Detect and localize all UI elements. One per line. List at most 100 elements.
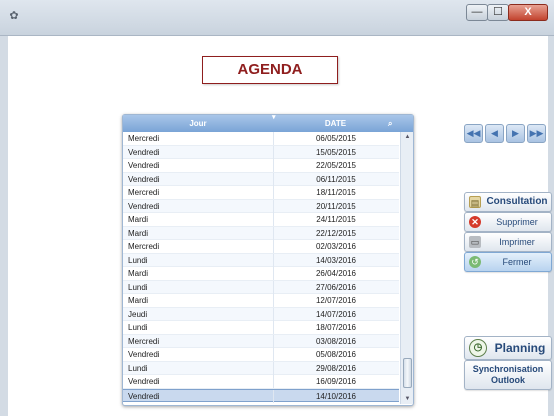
cell-date: 05/08/2016: [273, 348, 398, 361]
cell-jour: Lundi: [128, 323, 148, 332]
delete-button[interactable]: ✕ Supprimer: [464, 212, 552, 232]
cell-date: 20/11/2015: [273, 199, 398, 213]
delete-label: Supprimer: [496, 217, 538, 227]
table-row[interactable]: Lundi 18/07/2016: [123, 321, 399, 335]
cell-date: 27/06/2016: [273, 280, 398, 294]
table-row[interactable]: Mardi 24/11/2015: [123, 213, 399, 227]
cell-date: 26/04/2016: [273, 267, 398, 280]
cell-jour: Vendredi: [128, 161, 160, 170]
cell-jour: Lundi: [128, 363, 148, 373]
cell-date: 03/08/2016: [273, 334, 398, 348]
agenda-table: Jour ▾ DATE ⌕ Mercredi 06/05/2015 Vendredi…: [122, 114, 414, 406]
scroll-thumb[interactable]: [403, 358, 412, 388]
last-record-button[interactable]: ▶▶: [527, 124, 546, 143]
previous-record-button[interactable]: ◀: [485, 124, 504, 143]
window-frame-left: [0, 36, 8, 416]
consultation-button[interactable]: ▤ Consultation: [464, 192, 552, 212]
maximize-button[interactable]: ☐: [487, 4, 509, 21]
table-row[interactable]: Vendredi 20/11/2015: [123, 199, 399, 213]
sync-label-line2: Outlook: [491, 375, 525, 385]
table-row[interactable]: Lundi 27/06/2016: [123, 280, 399, 294]
cell-date: 02/03/2016: [273, 240, 398, 253]
cell-date: 15/05/2015: [273, 145, 398, 159]
cell-jour: Mercredi: [128, 336, 160, 346]
scroll-down-arrow-icon[interactable]: ▼: [401, 394, 414, 404]
record-navigation: ◀◀ ◀ ▶ ▶▶: [464, 124, 548, 143]
cell-jour: Vendredi: [128, 201, 160, 211]
delete-icon: ✕: [469, 216, 481, 228]
search-icon[interactable]: ⌕: [388, 119, 392, 129]
cell-jour: Mercredi: [128, 242, 160, 251]
cell-jour: Jeudi: [128, 309, 148, 319]
cell-date: 18/11/2015: [273, 186, 398, 199]
cell-jour: Lundi: [128, 282, 148, 292]
print-button[interactable]: ▭ Imprimer: [464, 232, 552, 252]
close-window-button[interactable]: X: [508, 4, 548, 21]
cell-jour: Mardi: [128, 228, 149, 238]
cell-date: 06/11/2015: [273, 172, 398, 186]
scroll-up-arrow-icon[interactable]: ▲: [401, 132, 414, 142]
cell-jour: Mardi: [128, 269, 149, 278]
table-body: Mercredi 06/05/2015 Vendredi 15/05/2015 Vend…: [123, 132, 399, 403]
table-row[interactable]: Vendredi 15/05/2015: [123, 145, 399, 159]
column-header-date[interactable]: DATE: [273, 115, 398, 132]
sync-outlook-button[interactable]: Synchronisation Outlook: [464, 360, 552, 390]
minimize-button[interactable]: —: [466, 4, 488, 21]
document-icon: ▤: [469, 196, 481, 208]
table-row[interactable]: Vendredi 14/10/2016: [123, 388, 399, 403]
window-titlebar: ✿ — ☐ X: [0, 0, 554, 36]
cell-date: 14/03/2016: [273, 253, 398, 267]
cell-date: 22/05/2015: [273, 159, 398, 172]
cell-jour: Lundi: [128, 255, 148, 265]
cell-date: 12/07/2016: [273, 294, 398, 307]
table-row[interactable]: Mercredi 03/08/2016: [123, 334, 399, 348]
table-row[interactable]: Mercredi 18/11/2015: [123, 186, 399, 200]
close-button[interactable]: ↺ Fermer: [464, 252, 552, 272]
table-row[interactable]: Lundi 29/08/2016: [123, 361, 399, 375]
cell-date: 18/07/2016: [273, 321, 398, 334]
page-title: AGENDA: [202, 56, 338, 84]
table-row[interactable]: Mercredi 06/05/2015: [123, 132, 399, 146]
table-row[interactable]: Mardi 12/07/2016: [123, 294, 399, 308]
first-record-button[interactable]: ◀◀: [464, 124, 483, 143]
table-row[interactable]: Vendredi 16/09/2016: [123, 375, 399, 389]
vertical-scrollbar[interactable]: ▲ ▼: [400, 132, 413, 404]
table-row[interactable]: Mercredi 02/03/2016: [123, 240, 399, 254]
cell-date: 14/07/2016: [273, 307, 398, 321]
clock-icon: ◷: [469, 339, 487, 357]
table-row[interactable]: Vendredi 05/08/2016: [123, 348, 399, 362]
cell-date: 24/11/2015: [273, 213, 398, 226]
cell-jour: Mardi: [128, 296, 149, 305]
cell-date: 16/09/2016: [273, 375, 398, 388]
print-label: Imprimer: [499, 237, 535, 247]
planning-label: Planning: [494, 341, 546, 355]
planning-button[interactable]: ◷ Planning: [464, 336, 552, 360]
table-header: Jour ▾ DATE ⌕: [123, 114, 413, 132]
next-record-button[interactable]: ▶: [506, 124, 525, 143]
cell-jour: Vendredi: [128, 350, 160, 359]
main-content: AGENDA Jour ▾ DATE ⌕ Mercredi 06/05/2015 V…: [8, 36, 552, 416]
cell-jour: Vendredi: [128, 377, 160, 386]
cell-jour: Vendredi: [128, 174, 160, 184]
close-label: Fermer: [502, 257, 532, 267]
app-icon: ✿: [9, 10, 19, 22]
column-header-jour[interactable]: Jour: [123, 115, 273, 132]
table-row[interactable]: Jeudi 14/07/2016: [123, 307, 399, 321]
cell-date: 14/10/2016: [273, 389, 398, 403]
cell-jour: Vendredi: [128, 147, 160, 157]
cell-date: 29/08/2016: [273, 361, 398, 375]
window-controls: — ☐ X: [466, 4, 548, 21]
cell-jour: Mercredi: [128, 134, 160, 143]
table-row[interactable]: Vendredi 06/11/2015: [123, 172, 399, 186]
cell-date: 22/12/2015: [273, 226, 398, 240]
table-row[interactable]: Vendredi 22/05/2015: [123, 159, 399, 173]
cell-jour: Mardi: [128, 215, 149, 224]
cell-jour: Vendredi: [128, 391, 160, 401]
table-row[interactable]: Mardi 22/12/2015: [123, 226, 399, 240]
table-row[interactable]: Lundi 14/03/2016: [123, 253, 399, 267]
printer-icon: ▭: [469, 236, 481, 248]
table-row[interactable]: Mardi 26/04/2016: [123, 267, 399, 281]
cell-jour: Mercredi: [128, 188, 160, 197]
sync-label-line1: Synchronisation: [472, 364, 544, 374]
cell-date: 06/05/2015: [273, 132, 398, 145]
